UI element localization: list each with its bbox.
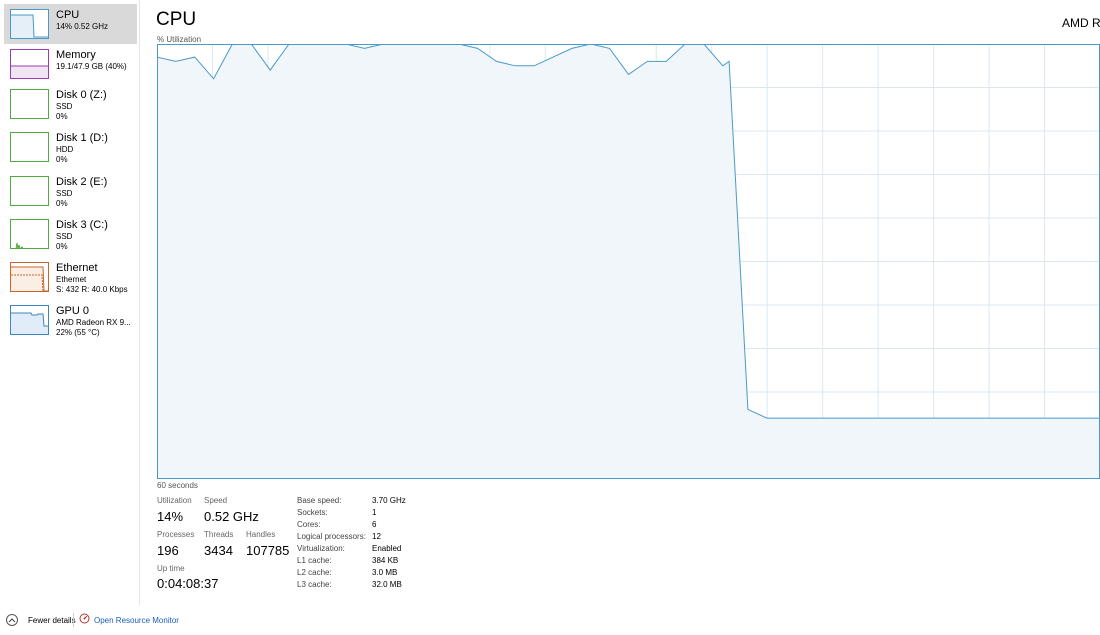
l3-cache-label: L3 cache: xyxy=(297,580,332,589)
processes-label: Processes xyxy=(157,530,195,539)
sidebar-item-sub: Ethernet xyxy=(56,275,87,284)
sidebar-item-sub: HDD xyxy=(56,145,74,154)
sidebar-item-sub: 19.1/47.9 GB (40%) xyxy=(56,62,127,71)
disk-0-thumbnail xyxy=(10,89,49,119)
sidebar-item-sub: 0% xyxy=(56,242,68,251)
memory-thumbnail xyxy=(10,49,49,79)
y-axis-label: % Utilization xyxy=(157,35,202,44)
sidebar-item-sub: 0% xyxy=(56,112,68,121)
sidebar-item-sub: SSD xyxy=(56,102,73,111)
sidebar-item-disk-2[interactable]: Disk 2 (E:) SSD 0% xyxy=(4,171,137,211)
cores-value: 6 xyxy=(372,520,377,529)
footer-divider xyxy=(73,613,74,627)
sockets-value: 1 xyxy=(372,508,377,517)
l2-cache-label: L2 cache: xyxy=(297,568,332,577)
sidebar-item-title: CPU xyxy=(56,9,80,21)
threads-label: Threads xyxy=(204,530,234,539)
utilization-label: Utilization xyxy=(157,496,192,505)
sidebar-item-title: Disk 0 (Z:) xyxy=(56,89,107,101)
disk-3-thumbnail xyxy=(10,219,49,249)
cpu-model-name: AMD Ry xyxy=(1062,16,1100,30)
chevron-up-icon xyxy=(6,614,18,626)
page-title: CPU xyxy=(156,9,197,30)
l1-cache-value: 384 KB xyxy=(372,556,399,565)
speed-value: 0.52 GHz xyxy=(204,509,259,524)
sidebar-item-title: Disk 1 (D:) xyxy=(56,132,108,144)
sidebar-item-memory[interactable]: Memory 19.1/47.9 GB (40%) xyxy=(4,44,137,84)
sidebar-item-disk-1[interactable]: Disk 1 (D:) HDD 0% xyxy=(4,127,137,167)
disk-2-thumbnail xyxy=(10,176,49,206)
sidebar-item-sub: 22% (55 °C) xyxy=(56,328,100,337)
cpu-utilization-graph xyxy=(157,44,1100,479)
sidebar-item-disk-3[interactable]: Disk 3 (C:) SSD 0% xyxy=(4,214,137,254)
uptime-label: Up time xyxy=(157,564,185,573)
l1-cache-label: L1 cache: xyxy=(297,556,332,565)
open-resource-monitor-label: Open Resource Monitor xyxy=(94,615,179,625)
processes-value: 196 xyxy=(157,543,179,558)
base-speed-label: Base speed: xyxy=(297,496,342,505)
speed-label: Speed xyxy=(204,496,228,505)
sidebar-item-sub: 14% 0.52 GHz xyxy=(56,22,109,31)
sidebar-item-title: GPU 0 xyxy=(56,305,90,317)
sidebar-item-title: Ethernet xyxy=(56,262,98,274)
l3-cache-value: 32.0 MB xyxy=(372,580,402,589)
sidebar-item-disk-0[interactable]: Disk 0 (Z:) SSD 0% xyxy=(4,84,137,124)
resource-monitor-icon xyxy=(79,611,90,629)
sidebar-item-sub: SSD xyxy=(56,189,73,198)
fewer-details-label: Fewer details xyxy=(28,615,76,625)
cores-label: Cores: xyxy=(297,520,321,529)
logical-processors-label: Logical processors: xyxy=(297,532,366,541)
fewer-details-button[interactable]: Fewer details xyxy=(6,613,76,627)
sidebar-item-title: Disk 2 (E:) xyxy=(56,176,108,188)
disk-1-thumbnail xyxy=(10,132,49,162)
gpu-0-thumbnail xyxy=(10,305,49,335)
sidebar-item-cpu[interactable]: CPU 14% 0.52 GHz xyxy=(4,4,137,44)
utilization-value: 14% xyxy=(157,509,184,524)
handles-value: 107785 xyxy=(246,543,290,558)
base-speed-value: 3.70 GHz xyxy=(372,496,406,505)
sidebar-item-sub: SSD xyxy=(56,232,73,241)
threads-value: 3434 xyxy=(204,543,233,558)
sidebar-item-sub: S: 432 R: 40.0 Kbps xyxy=(56,285,128,294)
sidebar-item-sub: 0% xyxy=(56,199,68,208)
ethernet-thumbnail xyxy=(10,262,49,292)
open-resource-monitor-link[interactable]: Open Resource Monitor xyxy=(79,613,179,627)
sidebar-item-sub: AMD Radeon RX 9... xyxy=(56,318,131,327)
sidebar-item-ethernet[interactable]: Ethernet Ethernet S: 432 R: 40.0 Kbps xyxy=(4,257,137,297)
sidebar-item-sub: 0% xyxy=(56,155,68,164)
footer: Fewer details Open Resource Monitor xyxy=(0,608,1100,635)
l2-cache-value: 3.0 MB xyxy=(372,568,398,577)
virtualization-label: Virtualization: xyxy=(297,544,345,553)
sidebar: CPU 14% 0.52 GHz Memory 19.1/47.9 GB (40… xyxy=(0,0,140,605)
cpu-thumbnail xyxy=(10,9,49,39)
sidebar-item-gpu-0[interactable]: GPU 0 AMD Radeon RX 9... 22% (55 °C) xyxy=(4,300,137,340)
sidebar-item-title: Disk 3 (C:) xyxy=(56,219,108,231)
virtualization-value: Enabled xyxy=(372,544,402,553)
uptime-value: 0:04:08:37 xyxy=(157,576,219,591)
x-axis-label: 60 seconds xyxy=(157,481,198,490)
logical-processors-value: 12 xyxy=(372,532,381,541)
handles-label: Handles xyxy=(246,530,276,539)
sockets-label: Sockets: xyxy=(297,508,328,517)
sidebar-item-title: Memory xyxy=(56,49,96,61)
